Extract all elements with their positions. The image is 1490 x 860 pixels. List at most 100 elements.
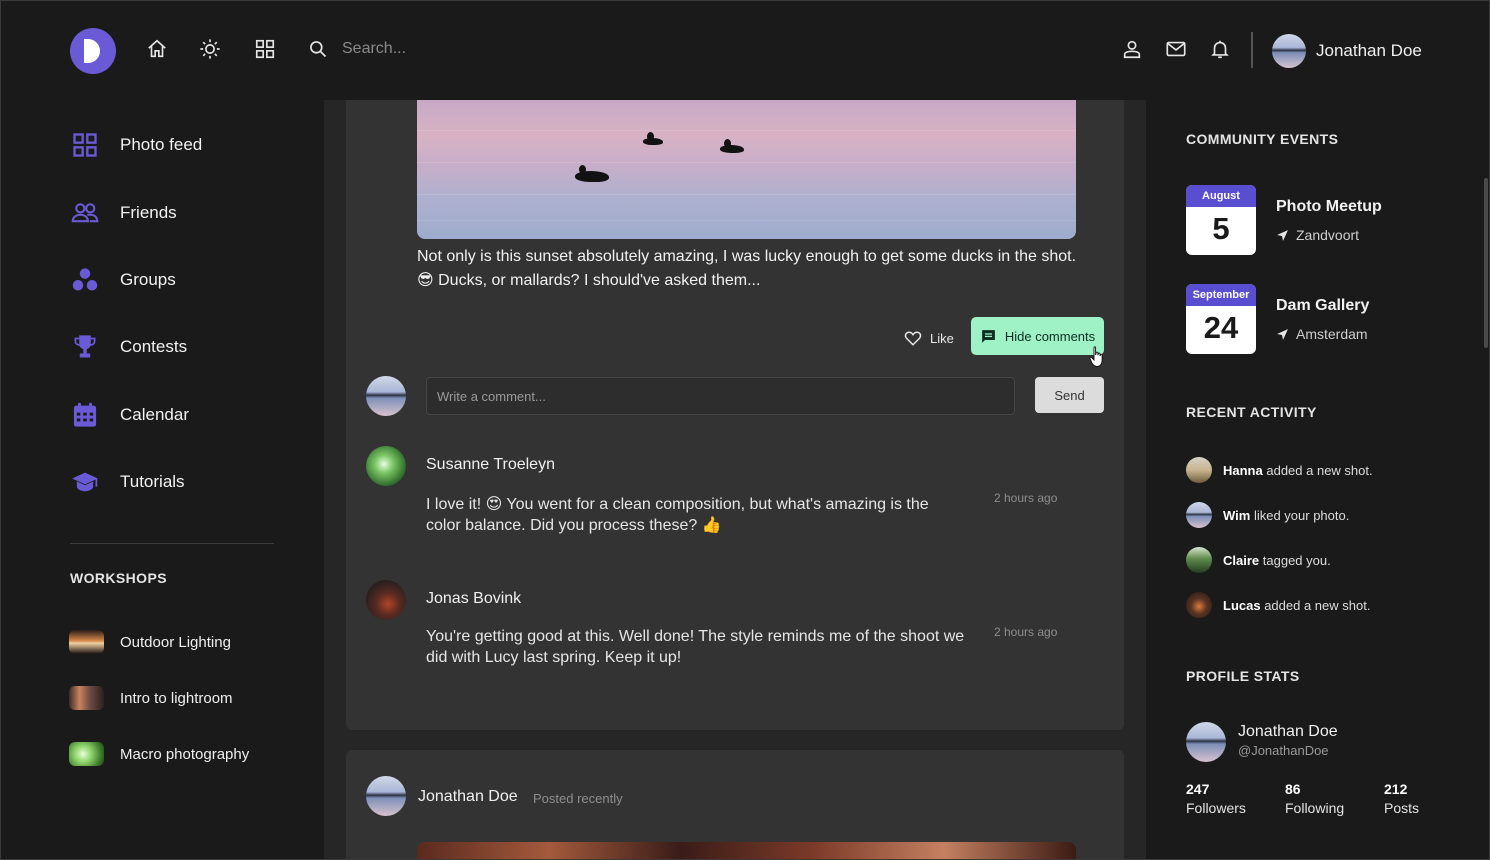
activity-item[interactable]: Claire tagged you. (1186, 547, 1331, 573)
user-menu[interactable]: Jonathan Doe (1272, 34, 1422, 68)
sidebar-item-tutorials[interactable]: Tutorials (70, 462, 185, 502)
event-location: Zandvoort (1276, 227, 1359, 243)
sun-icon[interactable] (199, 38, 221, 60)
trophy-icon (70, 332, 100, 362)
event-item[interactable]: August 5 Photo Meetup Zandvoort (1186, 185, 1446, 255)
activity-text: Wim liked your photo. (1223, 508, 1349, 523)
event-month: September (1186, 284, 1256, 306)
event-month: August (1186, 185, 1256, 207)
top-header: Jonathan Doe (0, 0, 1490, 100)
sidebar-item-calendar[interactable]: Calendar (70, 395, 189, 435)
sidebar-item-label: Tutorials (120, 472, 185, 491)
activity-user: Claire (1223, 552, 1260, 568)
post-author[interactable]: Jonathan Doe (418, 788, 518, 806)
avatar (366, 376, 406, 416)
profile-stats-heading: PROFILE STATS (1186, 668, 1300, 684)
event-location-label: Zandvoort (1296, 227, 1360, 243)
comment-input[interactable] (426, 377, 1015, 415)
profile-handle: @JonathanDoe (1238, 743, 1329, 758)
grid-icon[interactable] (254, 38, 276, 60)
grid-icon (70, 130, 100, 160)
activity-user: Hanna (1223, 462, 1263, 478)
search-bar (308, 34, 608, 64)
workshop-item[interactable]: Outdoor Lighting (69, 629, 231, 655)
recent-activity-heading: RECENT ACTIVITY (1186, 404, 1317, 420)
hand-cursor-icon (1089, 346, 1103, 367)
users-icon (70, 198, 100, 228)
activity-item[interactable]: Lucas added a new shot. (1186, 592, 1370, 618)
like-label: Like (930, 330, 954, 346)
comment-timestamp: 2 hours ago (994, 625, 1058, 639)
comment: Jonas Bovink You're getting good at this… (366, 580, 1106, 680)
sidebar-divider (70, 543, 274, 544)
avatar (1186, 592, 1212, 618)
comment-author[interactable]: Susanne Troeleyn (426, 456, 555, 474)
avatar (1186, 722, 1226, 762)
header-divider (1251, 32, 1253, 68)
location-arrow-icon (1277, 229, 1288, 241)
scrollbar[interactable] (1484, 178, 1488, 348)
post-photo[interactable] (417, 100, 1076, 239)
stat-followers[interactable]: 247 Followers (1186, 781, 1246, 816)
activity-action: liked your photo. (1253, 507, 1350, 523)
sidebar-item-groups[interactable]: Groups (70, 260, 176, 300)
duck (643, 132, 663, 145)
photo-feed[interactable]: Not only is this sunset absolutely amazi… (324, 100, 1146, 860)
workshops-heading: WORKSHOPS (70, 570, 167, 586)
comment-text: You're getting good at this. Well done! … (426, 628, 965, 666)
workshop-thumbnail (69, 742, 104, 766)
user-name: Jonathan Doe (1316, 41, 1422, 60)
comment-author[interactable]: Jonas Bovink (426, 590, 521, 608)
stat-value: 86 (1285, 781, 1301, 797)
event-title: Dam Gallery (1276, 297, 1370, 314)
stat-label: Following (1285, 800, 1345, 816)
stat-posts[interactable]: 212 Posts (1384, 781, 1419, 816)
stat-following[interactable]: 86 Following (1285, 781, 1344, 816)
avatar (1272, 34, 1306, 68)
avatar[interactable] (366, 446, 406, 486)
workshop-thumbnail (69, 630, 104, 654)
home-icon[interactable] (146, 38, 168, 60)
post-photo[interactable] (417, 842, 1076, 860)
mail-icon[interactable] (1165, 38, 1187, 60)
post-meta: Posted recently (533, 791, 623, 806)
calendar-icon (70, 400, 100, 430)
app-logo[interactable] (70, 28, 116, 74)
send-button[interactable]: Send (1035, 377, 1104, 413)
stat-label: Followers (1186, 800, 1246, 816)
like-button[interactable]: Like (904, 325, 954, 351)
workshop-item[interactable]: Macro photography (69, 741, 249, 767)
workshop-item[interactable]: Intro to lightroom (69, 685, 233, 711)
avatar[interactable] (366, 580, 406, 620)
avatar (1186, 547, 1212, 573)
profile-summary[interactable]: Jonathan Doe @JonathanDoe (1186, 720, 1446, 762)
right-sidebar: COMMUNITY EVENTS August 5 Photo Meetup Z… (1146, 100, 1490, 860)
hide-comments-button[interactable]: Hide comments (971, 317, 1104, 355)
sidebar-item-friends[interactable]: Friends (70, 193, 177, 233)
activity-item[interactable]: Hanna added a new shot. (1186, 457, 1373, 483)
calendar-date: August 5 (1186, 185, 1256, 255)
bell-icon[interactable] (1209, 38, 1231, 60)
comment-composer: Send (366, 376, 1104, 416)
comment: Susanne Troeleyn I love it! 😍 You went f… (366, 446, 1106, 556)
search-input[interactable] (342, 34, 602, 64)
sidebar-item-label: Calendar (120, 405, 189, 424)
event-location: Amsterdam (1276, 326, 1368, 342)
sidebar-item-contests[interactable]: Contests (70, 327, 187, 367)
activity-action: tagged you. (1262, 552, 1331, 568)
sidebar-item-label: Contests (120, 337, 188, 356)
activity-item[interactable]: Wim liked your photo. (1186, 502, 1349, 528)
avatar[interactable] (366, 776, 406, 816)
activity-user: Wim (1223, 507, 1251, 523)
activity-text: Claire tagged you. (1223, 553, 1331, 568)
stat-label: Posts (1384, 800, 1420, 816)
event-item[interactable]: September 24 Dam Gallery Amsterdam (1186, 284, 1446, 354)
user-icon[interactable] (1121, 38, 1143, 60)
calendar-date: September 24 (1186, 284, 1256, 354)
event-title: Photo Meetup (1276, 198, 1382, 215)
post-card: Not only is this sunset absolutely amazi… (346, 100, 1124, 730)
workshop-label: Macro photography (120, 745, 250, 763)
post-caption: Not only is this sunset absolutely amazi… (417, 248, 1077, 289)
comment-text: I love it! 😍 You went for a clean compos… (426, 496, 929, 534)
sidebar-item-photo-feed[interactable]: Photo feed (70, 125, 202, 165)
